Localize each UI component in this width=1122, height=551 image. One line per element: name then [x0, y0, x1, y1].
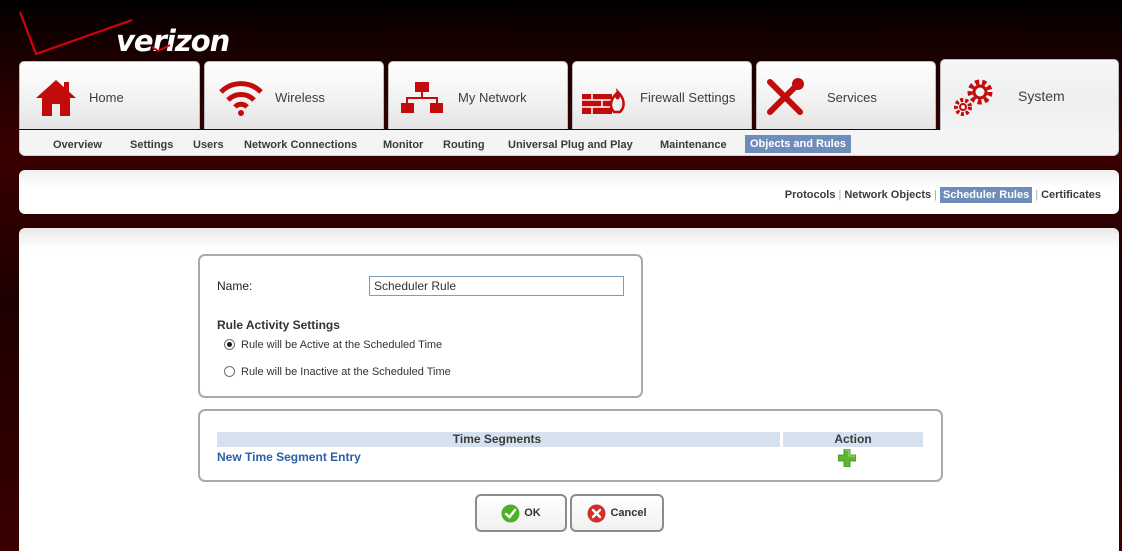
rule-activity-title: Rule Activity Settings: [217, 318, 340, 332]
link-separator: |: [1035, 189, 1039, 201]
name-label: Name:: [217, 279, 253, 293]
network-icon: [401, 82, 443, 113]
tab-wireless-label: Wireless: [275, 90, 325, 105]
rule-form-box: Name: Rule Activity Settings Rule will b…: [198, 254, 643, 398]
tab-services[interactable]: Services: [756, 61, 936, 129]
tab-firewall-settings[interactable]: Firewall Settings: [572, 61, 752, 129]
cancel-x-icon: [587, 504, 606, 522]
sub-navigation: Overview Settings Users Network Connecti…: [19, 130, 1119, 156]
radio-rule-active-label: Rule will be Active at the Scheduled Tim…: [241, 339, 443, 351]
tools-icon: [767, 78, 804, 115]
tab-wireless[interactable]: Wireless: [204, 61, 384, 129]
tab-system[interactable]: System: [940, 59, 1119, 131]
name-input[interactable]: [369, 276, 624, 296]
time-segments-box: Time Segments Action New Time Segment En…: [198, 409, 943, 482]
gears-icon: [954, 79, 993, 116]
tab-my-network[interactable]: My Network: [388, 61, 568, 129]
link-separator: |: [838, 189, 842, 201]
subnav-objects-and-rules[interactable]: Objects and Rules: [745, 135, 851, 153]
time-segments-header: Time Segments Action: [217, 432, 923, 447]
content-panel: Name: Rule Activity Settings Rule will b…: [19, 228, 1119, 551]
link-certificates[interactable]: Certificates: [1041, 189, 1101, 201]
tab-services-label: Services: [827, 90, 877, 105]
logo-check-icon: [151, 44, 171, 52]
tab-home-label: Home: [89, 90, 124, 105]
home-icon: [36, 80, 76, 116]
subnav-universal-plug-and-play[interactable]: Universal Plug and Play: [506, 137, 635, 153]
radio-rule-inactive[interactable]: Rule will be Inactive at the Scheduled T…: [224, 366, 451, 378]
subnav-settings[interactable]: Settings: [128, 137, 175, 153]
subnav-monitor[interactable]: Monitor: [381, 137, 425, 153]
link-separator: |: [934, 189, 938, 201]
wireless-icon: [219, 81, 263, 116]
subnav-users[interactable]: Users: [191, 137, 226, 153]
add-plus-icon[interactable]: [838, 449, 856, 467]
ok-button[interactable]: OK: [475, 494, 567, 532]
subnav-overview[interactable]: Overview: [51, 137, 104, 153]
new-time-segment-link[interactable]: New Time Segment Entry: [217, 450, 361, 464]
radio-rule-active[interactable]: Rule will be Active at the Scheduled Tim…: [224, 339, 442, 351]
ok-button-label: OK: [524, 507, 541, 519]
subnav-network-connections[interactable]: Network Connections: [242, 137, 359, 153]
radio-button[interactable]: [224, 366, 235, 377]
radio-button-checked[interactable]: [224, 339, 235, 350]
cancel-button[interactable]: Cancel: [570, 494, 664, 532]
cancel-button-label: Cancel: [610, 507, 647, 519]
link-scheduler-rules[interactable]: Scheduler Rules: [940, 187, 1033, 203]
link-protocols[interactable]: Protocols: [785, 189, 836, 201]
tab-system-label: System: [1018, 88, 1065, 104]
verizon-logo: verizon: [116, 24, 230, 58]
main-tabs: Home Wireless My Network Firewall Settin…: [19, 59, 1119, 131]
subnav-routing[interactable]: Routing: [441, 137, 487, 153]
tab-home[interactable]: Home: [19, 61, 200, 129]
link-network-objects[interactable]: Network Objects: [844, 189, 931, 201]
firewall-icon: [582, 87, 625, 114]
col-time-segments: Time Segments: [452, 432, 542, 446]
subnav-maintenance[interactable]: Maintenance: [658, 137, 729, 153]
tab-firewall-settings-label: Firewall Settings: [640, 90, 736, 105]
col-action: Action: [780, 432, 923, 447]
ok-check-icon: [501, 504, 520, 522]
radio-rule-inactive-label: Rule will be Inactive at the Scheduled T…: [241, 366, 451, 378]
objects-rules-panel: Protocols | Network Objects | Scheduler Rule…: [19, 170, 1119, 214]
objects-rules-links: Protocols | Network Objects | Scheduler Rule…: [785, 187, 1101, 203]
tab-my-network-label: My Network: [458, 90, 527, 105]
